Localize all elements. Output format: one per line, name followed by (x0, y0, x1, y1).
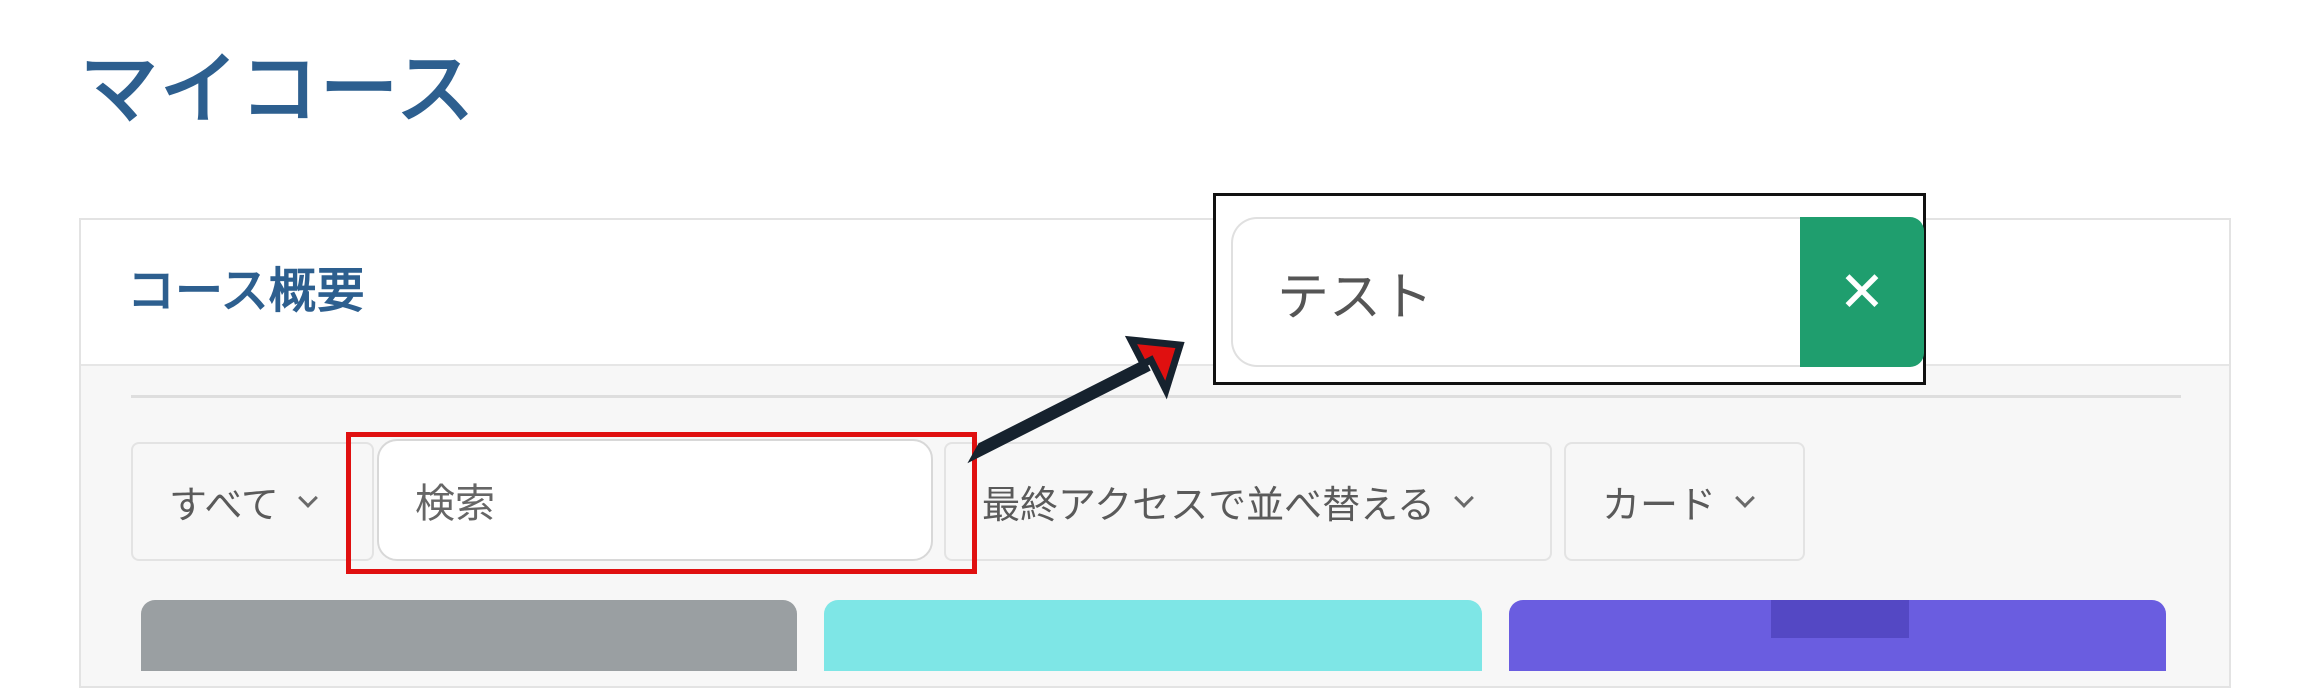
arrow-icon (967, 335, 1185, 464)
course-thumbnail[interactable] (824, 600, 1482, 671)
course-thumbnail[interactable] (141, 600, 797, 671)
thumbnail-pattern (1771, 600, 1909, 638)
course-thumbnail[interactable] (1509, 600, 2166, 671)
